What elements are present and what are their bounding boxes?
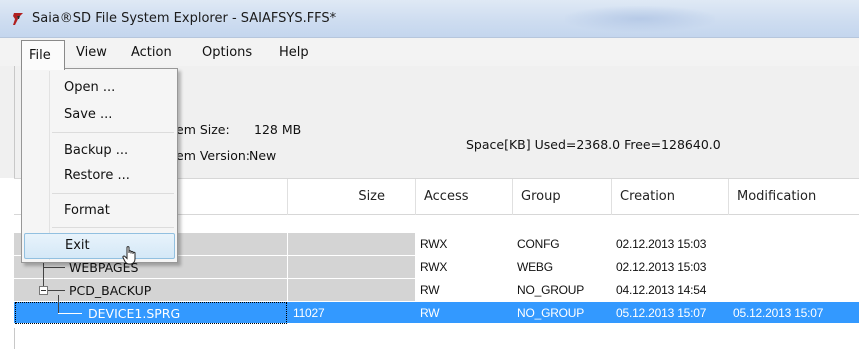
size-cell <box>288 279 415 301</box>
group-cell: NO_GROUP <box>517 306 585 320</box>
modification-cell: 05.12.2013 15:07 <box>733 306 824 320</box>
space-summary: Space[KB] Used=2368.0 Free=128640.0 <box>466 137 721 152</box>
hand-cursor-icon <box>122 246 136 265</box>
column-header-access[interactable]: Access <box>415 179 512 215</box>
modification-cell <box>728 256 859 278</box>
menu-separator <box>52 193 174 194</box>
menu-help[interactable]: Help <box>279 45 309 60</box>
table-row[interactable]: PCD_BACKUP RW NO_GROUP 04.12.2013 14:54 <box>14 279 859 301</box>
tree-line <box>43 267 65 268</box>
size-cell <box>288 256 415 278</box>
access-cell: RW <box>420 306 440 320</box>
access-cell: RWX <box>420 237 448 251</box>
column-header-modification[interactable]: Modification <box>728 179 859 215</box>
menu-separator <box>52 132 174 133</box>
name-cell: PCD_BACKUP <box>69 283 152 298</box>
menu-item-label: Save ... <box>64 107 113 122</box>
menu-action[interactable]: Action <box>131 45 172 60</box>
menu-item-save[interactable]: Save ... <box>24 103 175 127</box>
menu-options[interactable]: Options <box>202 45 252 60</box>
saia-app-icon <box>13 13 23 25</box>
group-cell: NO_GROUP <box>517 283 585 297</box>
menu-file-label: File <box>29 48 51 63</box>
size-cell: 11027 <box>293 306 325 320</box>
column-header-group[interactable]: Group <box>512 179 611 215</box>
title-bar: Saia®SD File System Explorer - SAIAFSYS.… <box>0 0 859 38</box>
file-menu-dropdown: Open ... Save ... Backup ... Restore ...… <box>21 68 178 263</box>
column-header-size[interactable]: Size <box>287 179 415 215</box>
menu-item-open[interactable]: Open ... <box>24 76 175 100</box>
menu-separator <box>52 227 174 228</box>
creation-cell: 02.12.2013 15:03 <box>616 260 707 274</box>
tree-line <box>58 295 59 313</box>
menu-bar: View Action Options Help <box>0 38 859 66</box>
menu-item-label: Exit <box>65 238 90 253</box>
menu-file[interactable]: File <box>21 40 65 70</box>
menu-view[interactable]: View <box>76 45 107 60</box>
column-header-creation[interactable]: Creation <box>611 179 728 215</box>
modification-cell <box>728 279 859 301</box>
group-cell: CONFG <box>517 237 560 251</box>
creation-cell: 05.12.2013 15:07 <box>616 306 707 320</box>
system-version-value: New <box>249 148 277 163</box>
system-size-value: 128 MB <box>254 122 302 137</box>
tree-line <box>48 290 65 291</box>
menu-item-label: Open ... <box>64 80 116 95</box>
menu-item-backup[interactable]: Backup ... <box>24 139 175 163</box>
creation-cell: 04.12.2013 14:54 <box>616 283 707 297</box>
system-size-label: em Size: <box>176 122 230 137</box>
menu-item-label: Backup ... <box>64 143 129 158</box>
window-title: Saia®SD File System Explorer - SAIAFSYS.… <box>32 11 337 26</box>
access-cell: RW <box>420 283 440 297</box>
focus-rectangle <box>15 302 287 324</box>
size-cell <box>288 233 415 255</box>
system-version-label: em Version: <box>176 148 251 163</box>
access-cell: RWX <box>420 260 448 274</box>
creation-cell: 02.12.2013 15:03 <box>616 237 707 251</box>
tree-line <box>58 313 82 314</box>
collapse-toggle-icon[interactable] <box>39 286 48 295</box>
menu-item-label: Restore ... <box>64 168 130 183</box>
group-cell: WEBG <box>517 260 553 274</box>
modification-cell <box>728 233 859 255</box>
menu-item-label: Format <box>64 203 110 218</box>
menu-item-restore[interactable]: Restore ... <box>24 164 175 188</box>
menu-item-exit[interactable]: Exit <box>24 233 175 259</box>
menu-item-format[interactable]: Format <box>24 199 175 223</box>
background-window-blur <box>565 6 715 32</box>
